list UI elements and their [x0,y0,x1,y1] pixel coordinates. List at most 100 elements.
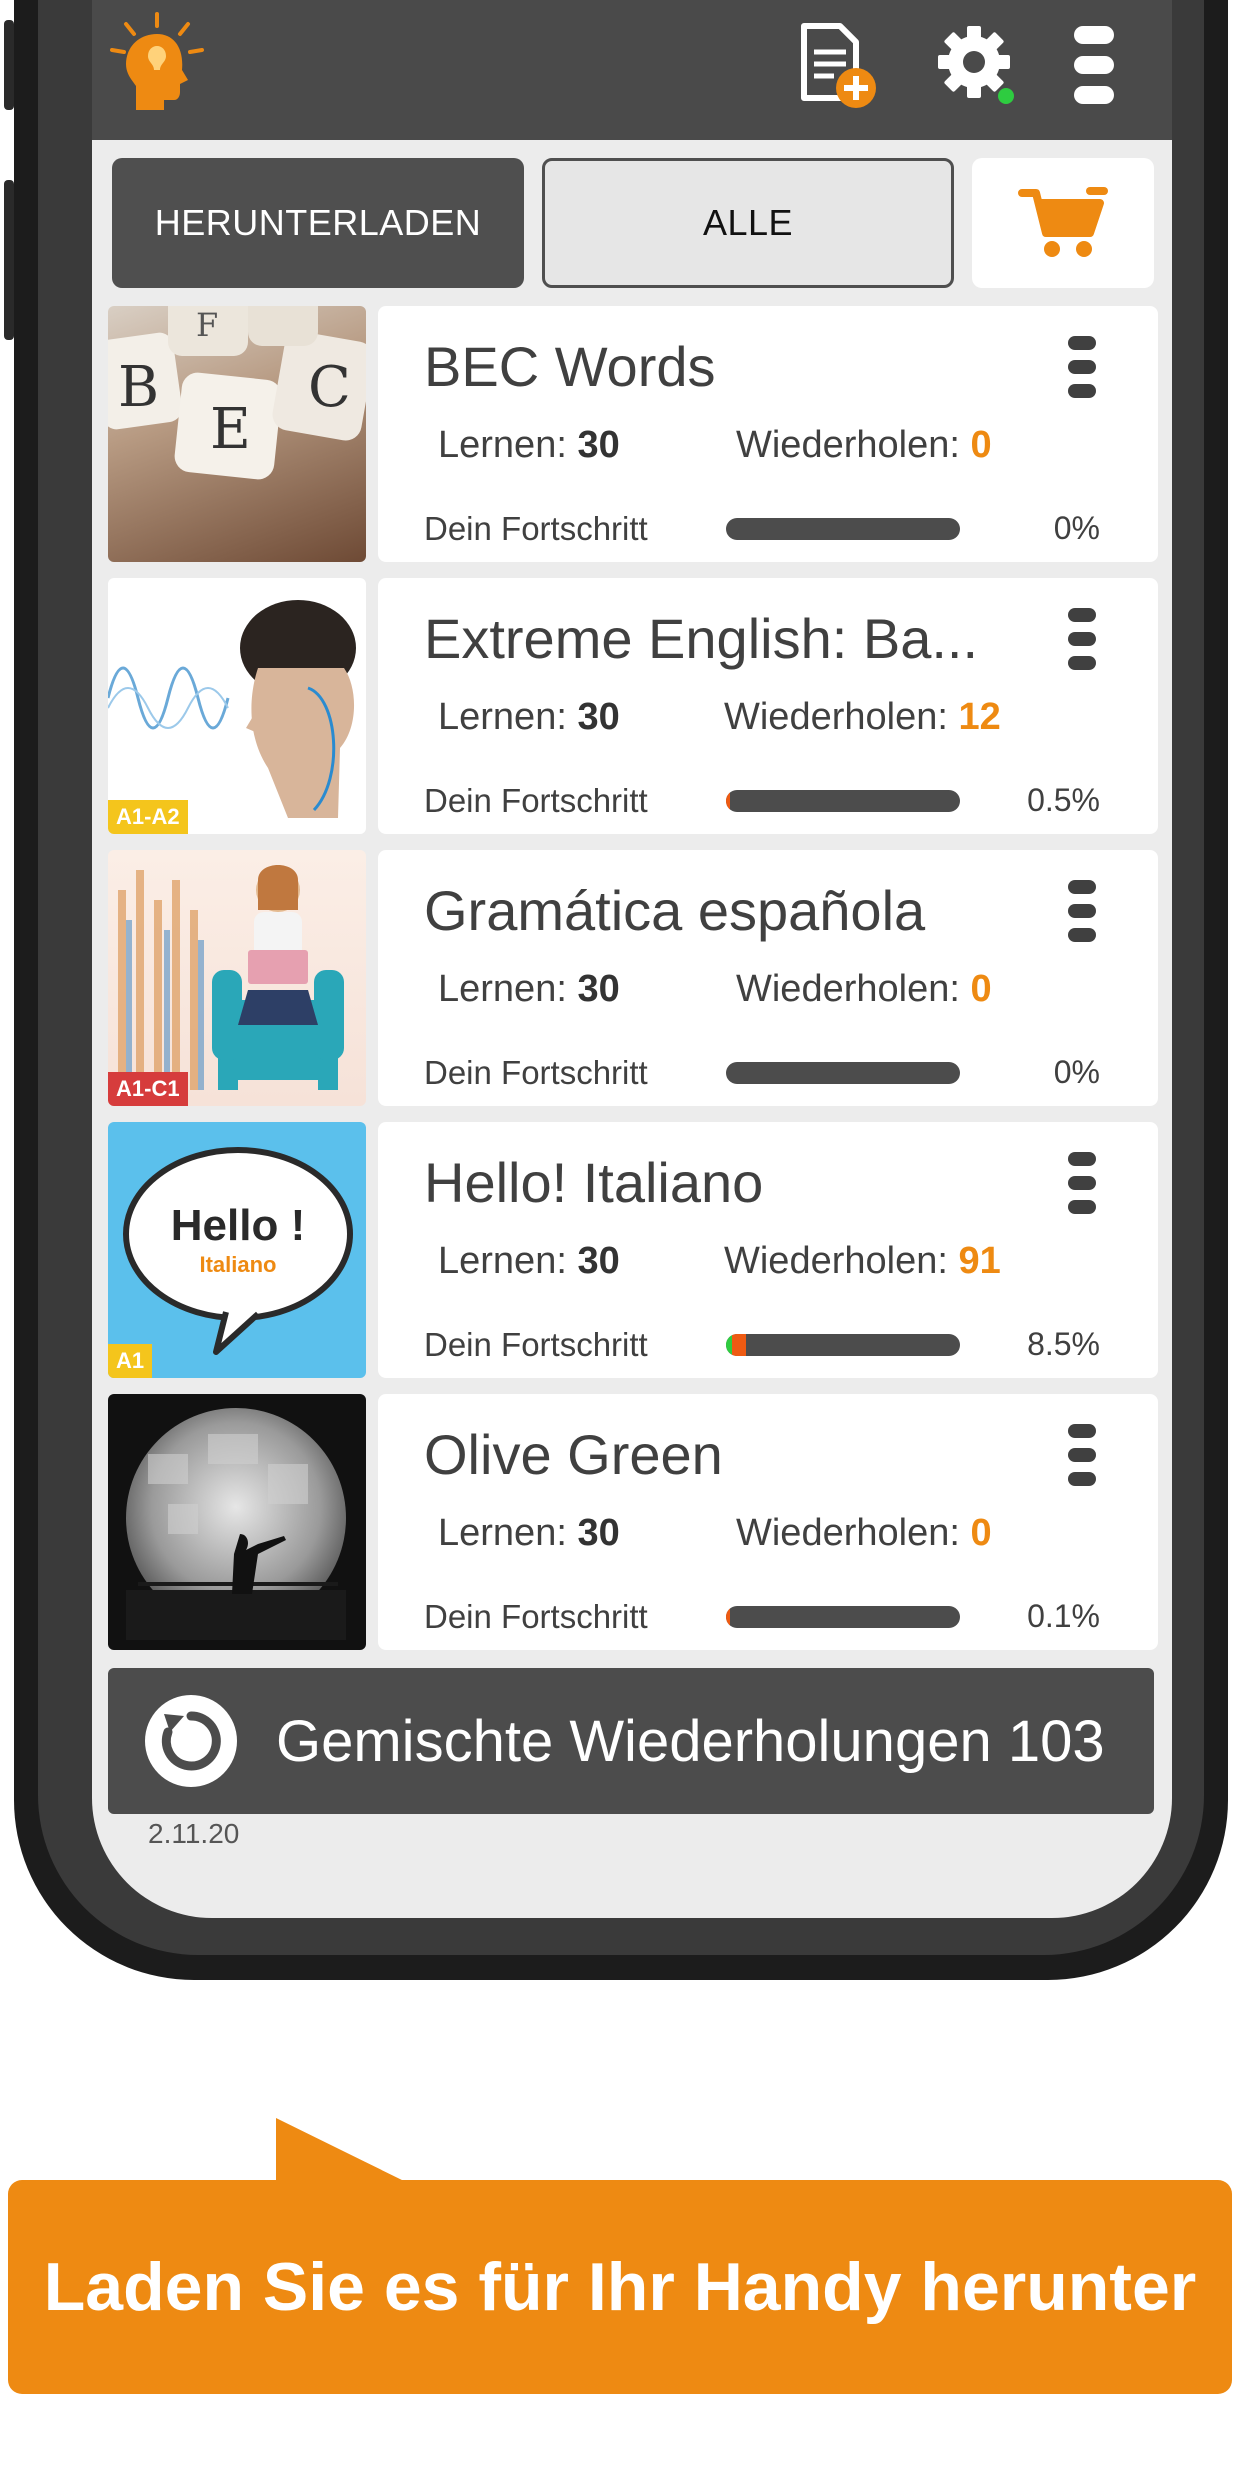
progress-bar-fill [726,1606,730,1628]
course-title: Hello! Italiano [424,1151,764,1214]
repeat-label: Wiederholen: [736,968,960,1010]
app-screen: HERUNTERLADEN ALLE B E C F BEC Words Ler… [92,0,1172,1918]
mixed-review-label: Gemischte Wiederholungen 103 [276,1709,1105,1774]
course-title: BEC Words [424,335,716,398]
more-vertical-icon[interactable] [1060,20,1130,110]
learn-label: Lernen: [438,696,567,738]
repeat-count: Wiederholen: 0 [736,1512,992,1555]
course-card[interactable]: A1-A2 Extreme English: Ba... Lernen: 30 … [108,578,1158,834]
course-thumbnail: A1-C1 [108,850,366,1106]
cart-button[interactable] [972,158,1154,288]
learn-value: 30 [577,696,620,738]
app-version: 2.11.20 [148,1818,240,1849]
course-thumbnail [108,1394,366,1650]
course-card[interactable]: Hello ! Italiano A1 Hello! Italiano Lern… [108,1122,1158,1378]
course-thumbnail: B E C F [108,306,366,562]
progress-label: Dein Fortschritt [424,1598,648,1635]
more-vertical-icon[interactable] [1068,608,1096,670]
repeat-label: Wiederholen: [724,696,948,738]
learn-label: Lernen: [438,968,567,1010]
speech-bubble-text: Hello ! [171,1201,305,1250]
banner-pointer [276,2118,406,2182]
more-vertical-icon[interactable] [1068,336,1096,398]
dice-letter: F [196,306,218,344]
mixed-review-button[interactable]: Gemischte Wiederholungen 103 [108,1668,1154,1814]
dice-letter: C [308,355,351,420]
level-badge: A1-C1 [108,1072,188,1106]
progress-label: Dein Fortschritt [424,1326,648,1363]
level-badge: A1 [108,1344,153,1378]
learn-value: 30 [577,424,620,466]
learn-count: Lernen: 30 [438,424,620,467]
letter-dice-image: B E C F [108,306,366,480]
progress-bar-fill [726,790,730,812]
repeat-label: Wiederholen: [724,1240,948,1282]
learn-value: 30 [577,1240,620,1282]
course-info-panel: Gramática española Lernen: 30 Wiederhole… [378,850,1158,1106]
lightbulb-head-logo [110,12,204,110]
progress-percent: 8.5% [1027,1326,1100,1362]
learn-label: Lernen: [438,424,567,466]
progress-percent: 0% [1053,510,1100,546]
tab-all[interactable]: ALLE [542,158,954,288]
course-card[interactable]: A1-C1 Gramática española Lernen: 30 Wied… [108,850,1158,1106]
course-card[interactable]: B E C F BEC Words Lernen: 30 Wiederholen… [108,306,1158,562]
silhouette-image [126,1408,346,1640]
learn-count: Lernen: 30 [438,1240,620,1283]
learn-label: Lernen: [438,1512,567,1554]
course-info-panel: BEC Words Lernen: 30 Wiederholen: 0 Dein… [378,306,1158,562]
speech-bubble-image: Hello ! Italiano [123,1147,353,1355]
course-title: Olive Green [424,1423,723,1486]
course-info-panel: Hello! Italiano Lernen: 30 Wiederholen: … [378,1122,1158,1378]
speech-bubble-subtext: Italiano [199,1252,276,1277]
repeat-label: Wiederholen: [736,424,960,466]
learn-count: Lernen: 30 [438,968,620,1011]
refresh-icon [145,1695,237,1787]
course-title: Gramática española [424,879,926,942]
level-badge: A1-A2 [108,800,188,834]
add-document-icon[interactable] [790,20,880,110]
tab-download[interactable]: HERUNTERLADEN [112,158,524,288]
course-title: Extreme English: Ba... [424,607,979,670]
progress-percent: 0.5% [1027,782,1100,818]
tab-all-label: ALLE [702,202,794,243]
dice-letter: E [210,397,251,462]
gear-icon[interactable] [932,20,1022,110]
app-bar [92,0,1172,140]
more-vertical-icon[interactable] [1068,1152,1096,1214]
repeat-label: Wiederholen: [736,1512,960,1554]
more-vertical-icon[interactable] [1068,1424,1096,1486]
progress-bar [726,790,960,812]
progress-percent: 0% [1053,1054,1100,1090]
course-info-panel: Extreme English: Ba... Lernen: 30 Wieder… [378,578,1158,834]
learn-label: Lernen: [438,1240,567,1282]
learn-value: 30 [577,968,620,1010]
progress-bar [726,1334,960,1356]
progress-percent: 0.1% [1027,1598,1100,1634]
progress-bar-fill [726,1334,746,1356]
learn-value: 30 [577,1512,620,1554]
repeat-count: Wiederholen: 91 [724,1240,1001,1283]
repeat-value: 0 [970,968,992,1010]
repeat-value: 0 [970,424,992,466]
more-vertical-icon[interactable] [1068,880,1096,942]
progress-label: Dein Fortschritt [424,1054,648,1091]
progress-label: Dein Fortschritt [424,782,648,819]
repeat-count: Wiederholen: 12 [724,696,1001,739]
learn-count: Lernen: 30 [438,696,620,739]
repeat-value: 12 [958,696,1001,738]
dice-letter: B [118,355,159,420]
banner-text: Laden Sie es für Ihr Handy herunter [43,2249,1197,2325]
repeat-count: Wiederholen: 0 [736,424,992,467]
phone-side-button [4,20,14,110]
course-card[interactable]: Olive Green Lernen: 30 Wiederholen: 0 De… [108,1394,1158,1650]
course-thumbnail: Hello ! Italiano A1 [108,1122,366,1378]
shopping-cart-icon [1018,187,1108,257]
course-thumbnail: A1-A2 [108,578,366,834]
course-info-panel: Olive Green Lernen: 30 Wiederholen: 0 De… [378,1394,1158,1650]
repeat-count: Wiederholen: 0 [736,968,992,1011]
progress-bar [726,1062,960,1084]
progress-label: Dein Fortschritt [424,510,648,547]
download-banner: Laden Sie es für Ihr Handy herunter [8,2180,1232,2394]
tab-download-label: HERUNTERLADEN [154,202,482,243]
